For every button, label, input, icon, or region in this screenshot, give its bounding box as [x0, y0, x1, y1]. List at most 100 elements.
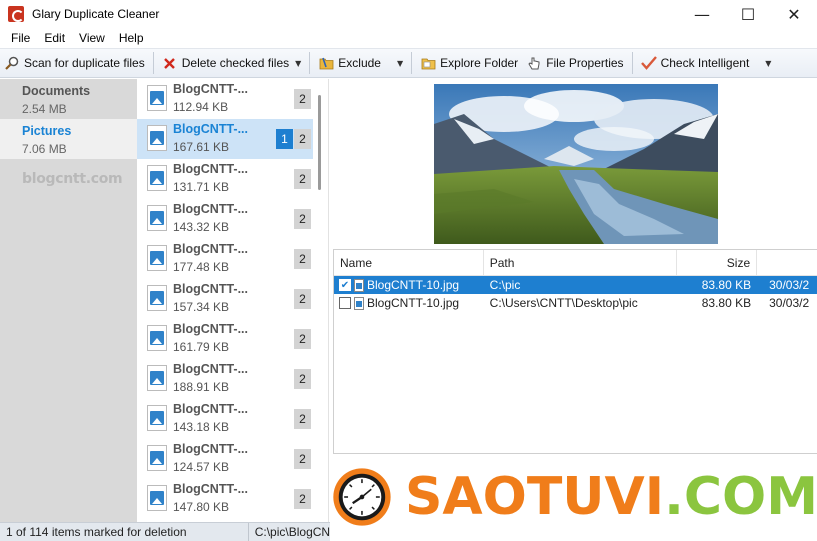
file-size: 167.61 KB: [173, 140, 230, 154]
exclude-button[interactable]: Exclude ▼: [314, 51, 407, 75]
details-pane: Name Path Size ✔ BlogCNTT-10.jpg C:\pic 83.…: [328, 79, 817, 527]
category-size: 2.54 MB: [22, 102, 67, 116]
file-properties-label: File Properties: [546, 56, 624, 70]
folder-icon: [420, 55, 436, 71]
menu-edit[interactable]: Edit: [37, 31, 72, 45]
column-size[interactable]: Size: [677, 250, 758, 276]
cell-size: 83.80 KB: [701, 296, 752, 310]
toolbar-divider: [631, 52, 633, 74]
file-name: BlogCNTT-...: [173, 242, 248, 256]
row-checkbox[interactable]: [339, 297, 351, 309]
file-size: 157.34 KB: [173, 300, 230, 314]
file-size: 161.79 KB: [173, 340, 230, 354]
image-file-icon: [147, 445, 167, 471]
file-size: 131.71 KB: [173, 180, 230, 194]
category-size: 7.06 MB: [22, 142, 67, 156]
image-file-icon: [147, 285, 167, 311]
logo-main-text: SAOTUVI: [404, 466, 665, 527]
file-list-item[interactable]: BlogCNTT-... 124.57 KB 2: [137, 439, 313, 479]
explore-folder-button[interactable]: Explore Folder: [416, 51, 522, 75]
file-list-item[interactable]: BlogCNTT-... 161.79 KB 2: [137, 319, 313, 359]
delete-checked-button[interactable]: Delete checked files ▼: [158, 51, 306, 75]
current-path-status: C:\pic\BlogCN: [247, 522, 330, 541]
saotuvi-logo-text: SAOTUVI.COM: [405, 467, 817, 527]
app-logo-icon: [8, 6, 24, 22]
file-list-item[interactable]: BlogCNTT-... 143.32 KB 2: [137, 199, 313, 239]
table-row[interactable]: BlogCNTT-10.jpg C:\Users\CNTT\Desktop\pic…: [334, 294, 817, 312]
image-file-icon: [147, 365, 167, 391]
file-list-item[interactable]: BlogCNTT-... 112.94 KB 2: [137, 79, 313, 119]
category-name: Pictures: [22, 124, 72, 138]
file-list-item[interactable]: BlogCNTT-... 177.48 KB 2: [137, 239, 313, 279]
delete-dropdown-icon[interactable]: ▼: [295, 59, 301, 68]
file-properties-button[interactable]: File Properties: [522, 51, 627, 75]
toolbar-divider: [309, 52, 311, 74]
toolbar: Scan for duplicate files Delete checked …: [0, 48, 817, 78]
image-file-icon: [354, 278, 364, 292]
file-list-item[interactable]: BlogCNTT-... 188.91 KB 2: [137, 359, 313, 399]
check-intelligent-label: Check Intelligent: [660, 56, 750, 70]
menu-view[interactable]: View: [72, 31, 112, 45]
file-list-scrollbar[interactable]: [318, 95, 321, 190]
image-file-icon: [147, 125, 167, 151]
category-panel: Documents 2.54 MB Pictures 7.06 MB blogc…: [0, 79, 137, 522]
file-size: 112.94 KB: [173, 100, 229, 114]
menu-bar: File Edit View Help: [0, 28, 817, 48]
category-pictures[interactable]: Pictures 7.06 MB: [0, 119, 137, 159]
duplicate-count-badge: 2: [294, 169, 311, 189]
image-file-icon: [147, 165, 167, 191]
blog-watermark: blogcntt.com: [22, 171, 123, 187]
duplicate-file-list: BlogCNTT-... 112.94 KB 2 BlogCNTT-... 167.61…: [137, 79, 313, 522]
delete-checked-label: Delete checked files: [181, 56, 290, 70]
row-file-name: BlogCNTT-10.jpg: [367, 278, 460, 292]
minimize-button[interactable]: —: [679, 0, 725, 28]
file-name: BlogCNTT-...: [173, 482, 248, 496]
column-name[interactable]: Name: [334, 250, 484, 276]
status-bar: 1 of 114 items marked for deletion C:\pi…: [0, 522, 330, 541]
category-documents[interactable]: Documents 2.54 MB: [0, 79, 137, 119]
file-list-item[interactable]: BlogCNTT-... 131.71 KB 2: [137, 159, 313, 199]
check-intelligent-button[interactable]: Check Intelligent ▼: [637, 51, 776, 75]
duplicate-count-badge: 2: [294, 89, 311, 109]
column-date[interactable]: [757, 250, 817, 276]
file-name: BlogCNTT-...: [173, 362, 248, 376]
maximize-button[interactable]: ☐: [725, 0, 771, 28]
explore-folder-label: Explore Folder: [440, 56, 519, 70]
menu-file[interactable]: File: [4, 31, 37, 45]
file-size: 177.48 KB: [173, 260, 230, 274]
column-path[interactable]: Path: [484, 250, 678, 276]
file-list-item[interactable]: BlogCNTT-... 147.80 KB 2: [137, 479, 313, 519]
file-name: BlogCNTT-...: [173, 122, 248, 136]
scan-label: Scan for duplicate files: [24, 56, 145, 70]
marked-count-badge: 1: [276, 129, 293, 149]
close-button[interactable]: ✕: [771, 0, 817, 28]
duplicate-details-table: Name Path Size ✔ BlogCNTT-10.jpg C:\pic 83.…: [333, 249, 817, 454]
mountain-landscape-picture: [434, 84, 718, 244]
cell-date: 30/03/2: [769, 278, 810, 292]
file-list-item[interactable]: BlogCNTT-... 157.34 KB 2: [137, 279, 313, 319]
check-intelligent-dropdown-icon[interactable]: ▼: [765, 59, 771, 68]
file-size: 188.91 KB: [173, 380, 230, 394]
duplicate-count-badge: 2: [294, 409, 311, 429]
toolbar-divider: [152, 52, 154, 74]
image-file-icon: [147, 485, 167, 511]
table-row[interactable]: ✔ BlogCNTT-10.jpg C:\pic 83.80 KB 30/03/2: [334, 276, 817, 294]
file-list-item[interactable]: BlogCNTT-... 167.61 KB 1 2: [137, 119, 313, 159]
row-checkbox[interactable]: ✔: [339, 279, 351, 291]
image-file-icon: [147, 325, 167, 351]
image-file-icon: [147, 205, 167, 231]
toolbar-divider: [411, 52, 413, 74]
file-name: BlogCNTT-...: [173, 322, 248, 336]
file-list-item[interactable]: BlogCNTT-... 143.18 KB 2: [137, 399, 313, 439]
menu-help[interactable]: Help: [112, 31, 151, 45]
file-size: 147.80 KB: [173, 500, 230, 514]
duplicate-count-badge: 2: [294, 289, 311, 309]
hand-pointer-icon: [526, 55, 542, 71]
exclude-dropdown-icon[interactable]: ▼: [397, 59, 403, 68]
scan-button[interactable]: Scan for duplicate files: [0, 51, 149, 75]
image-file-icon: [147, 85, 167, 111]
cell-size: 83.80 KB: [701, 278, 752, 292]
marked-count-status: 1 of 114 items marked for deletion: [6, 525, 187, 539]
duplicate-count-badge: 2: [294, 129, 311, 149]
cell-path: C:\pic: [489, 278, 521, 292]
